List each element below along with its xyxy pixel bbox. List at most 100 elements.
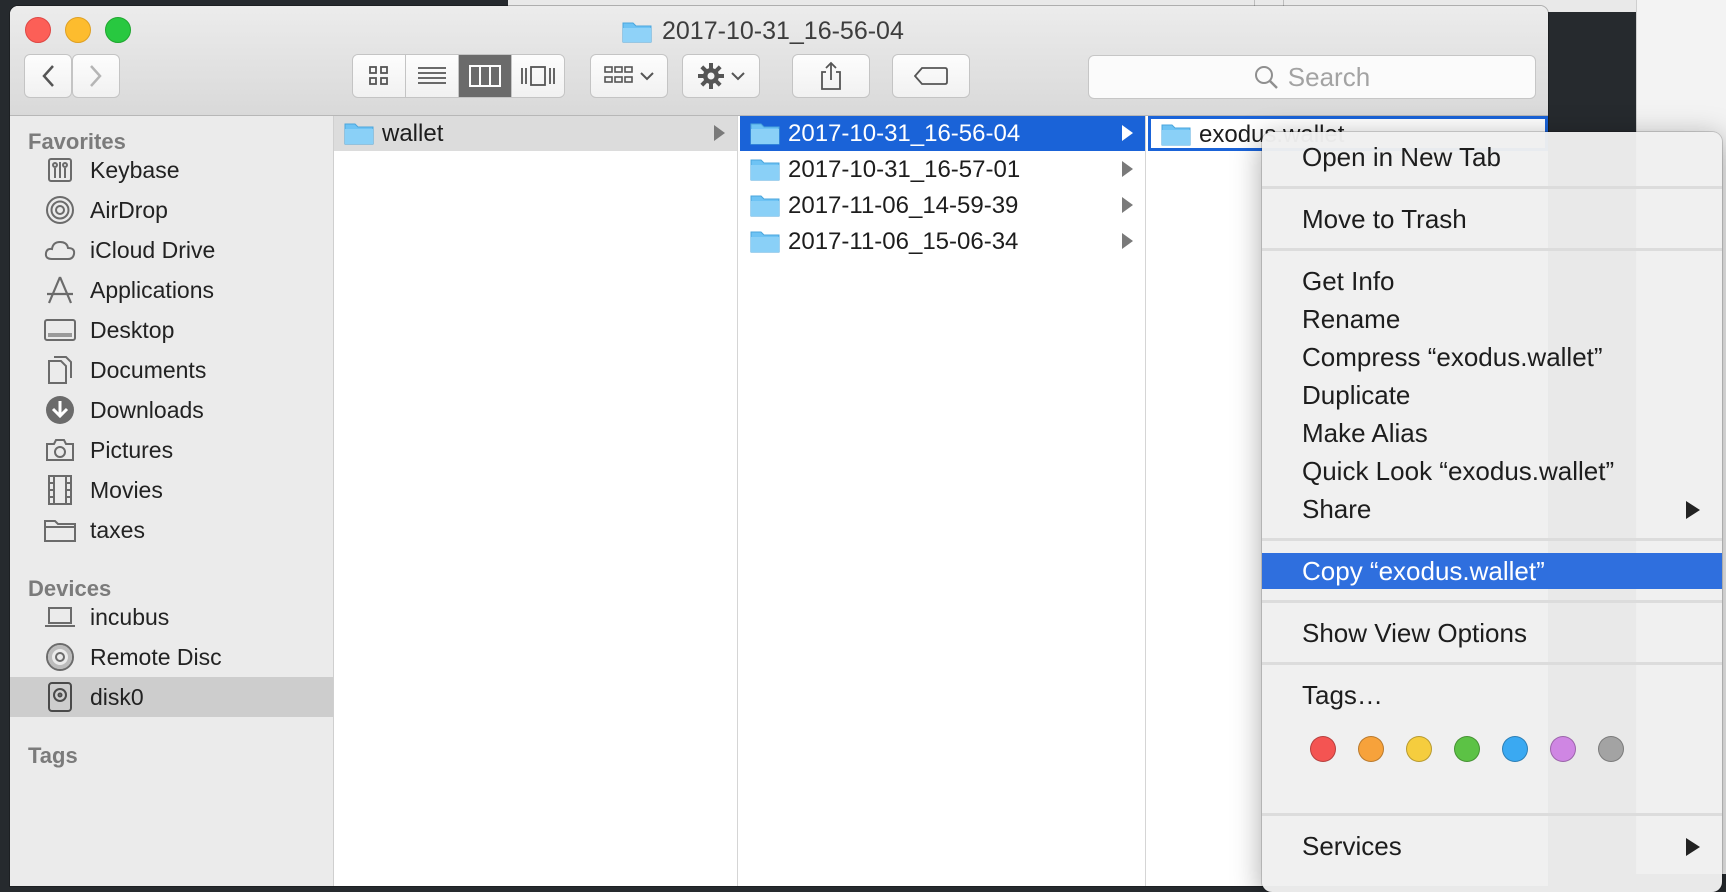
menu-separator: [1262, 248, 1722, 251]
list-item[interactable]: 2017-11-06_14-59-39: [740, 188, 1145, 223]
tag-color-green[interactable]: [1454, 736, 1480, 762]
disclosure-arrow-icon: [1122, 161, 1133, 177]
tag-color-yellow[interactable]: [1406, 736, 1432, 762]
list-view-button[interactable]: [406, 55, 459, 97]
submenu-arrow-icon: [1686, 501, 1700, 519]
sidebar-item-documents[interactable]: Documents: [10, 350, 333, 390]
sidebar-item-remote-disc[interactable]: Remote Disc: [10, 637, 333, 677]
list-item[interactable]: wallet: [334, 116, 737, 151]
list-item[interactable]: 2017-10-31_16-57-01: [740, 152, 1145, 187]
grid-icon: [369, 66, 388, 85]
arrange-grid-icon: [604, 66, 633, 83]
sidebar-item-applications[interactable]: Applications: [10, 270, 333, 310]
icon-view-button[interactable]: [353, 55, 406, 97]
action-button[interactable]: [682, 54, 760, 98]
chevron-down-icon: [731, 72, 745, 81]
submenu-arrow-icon: [1686, 838, 1700, 856]
menu-separator: [1262, 186, 1722, 189]
back-button[interactable]: [24, 54, 72, 98]
sidebar-item-incubus[interactable]: incubus: [10, 597, 333, 637]
context-menu: Open in New Tab Move to Trash Get Info R…: [1262, 132, 1722, 892]
applications-icon: [44, 275, 76, 305]
menu-separator: [1262, 813, 1722, 816]
menu-item-duplicate[interactable]: Duplicate: [1262, 377, 1722, 413]
camera-icon: [44, 435, 76, 465]
menu-separator: [1262, 600, 1722, 603]
menu-item-services[interactable]: Services: [1262, 828, 1722, 864]
menu-item-tags[interactable]: Tags…: [1262, 677, 1722, 713]
tag-color-red[interactable]: [1310, 736, 1336, 762]
sidebar-item-taxes[interactable]: taxes: [10, 510, 333, 550]
arrange-button[interactable]: [590, 54, 668, 98]
tag-icon: [914, 67, 948, 85]
window-title: 2017-10-31_16-56-04: [622, 14, 904, 48]
tags-button[interactable]: [892, 54, 970, 98]
list-item[interactable]: 2017-10-31_16-56-04: [740, 116, 1145, 151]
cover-flow-icon: [521, 66, 555, 86]
disclosure-arrow-icon: [1122, 233, 1133, 249]
disclosure-arrow-icon: [1122, 125, 1133, 141]
sidebar-item-desktop[interactable]: Desktop: [10, 310, 333, 350]
zoom-button[interactable]: [105, 17, 131, 43]
list-item[interactable]: 2017-11-06_15-06-34: [740, 224, 1145, 259]
forward-button[interactable]: [72, 54, 120, 98]
airdrop-icon: [44, 195, 76, 225]
menu-separator: [1262, 662, 1722, 665]
sidebar-item-downloads[interactable]: Downloads: [10, 390, 333, 430]
search-placeholder: Search: [1287, 61, 1371, 92]
folder-icon: [750, 157, 780, 188]
menu-item-quick-look[interactable]: Quick Look “exodus.wallet”: [1262, 453, 1722, 489]
folder-icon: [750, 193, 780, 224]
tags-heading: Tags: [28, 743, 78, 768]
folder-icon: [750, 121, 780, 152]
column-1: wallet: [334, 116, 738, 886]
disclosure-arrow-icon: [1122, 197, 1133, 213]
menu-item-move-to-trash[interactable]: Move to Trash: [1262, 201, 1722, 237]
documents-icon: [44, 355, 76, 385]
menu-item-copy[interactable]: Copy “exodus.wallet”: [1262, 553, 1722, 589]
list-icon: [418, 67, 446, 84]
hard-drive-icon: [44, 682, 76, 712]
menu-item-compress[interactable]: Compress “exodus.wallet”: [1262, 339, 1722, 375]
desktop-icon: [44, 315, 76, 345]
menu-separator: [1262, 538, 1722, 541]
sidebar: Favorites Keybase AirDrop iCloud Drive A…: [10, 116, 334, 886]
column-view-button[interactable]: [459, 55, 512, 97]
search-field[interactable]: Search: [1088, 55, 1536, 99]
tag-color-blue[interactable]: [1502, 736, 1528, 762]
menu-item-show-view-options[interactable]: Show View Options: [1262, 615, 1722, 651]
film-icon: [44, 475, 76, 505]
menu-item-make-alias[interactable]: Make Alias: [1262, 415, 1722, 451]
menu-item-get-info[interactable]: Get Info: [1262, 263, 1722, 299]
sidebar-item-airdrop[interactable]: AirDrop: [10, 190, 333, 230]
gear-icon: [698, 63, 724, 89]
menu-item-rename[interactable]: Rename: [1262, 301, 1722, 337]
sidebar-item-icloud-drive[interactable]: iCloud Drive: [10, 230, 333, 270]
folder-icon: [1161, 122, 1191, 153]
cover-flow-button[interactable]: [512, 55, 564, 97]
tag-color-orange[interactable]: [1358, 736, 1384, 762]
chevron-left-icon: [42, 65, 54, 87]
minimize-button[interactable]: [65, 17, 91, 43]
folder-icon: [44, 515, 76, 545]
share-button[interactable]: [792, 54, 870, 98]
menu-item-open-new-tab[interactable]: Open in New Tab: [1262, 139, 1722, 175]
sidebar-item-disk0[interactable]: disk0: [10, 677, 333, 717]
folder-icon: [750, 229, 780, 260]
disclosure-arrow-icon: [714, 125, 725, 141]
sidebar-item-movies[interactable]: Movies: [10, 470, 333, 510]
tag-color-gray[interactable]: [1598, 736, 1624, 762]
chevron-right-icon: [90, 65, 102, 87]
column-2: 2017-10-31_16-56-04 2017-10-31_16-57-01 …: [740, 116, 1146, 886]
disc-icon: [44, 642, 76, 672]
close-button[interactable]: [25, 17, 51, 43]
laptop-icon: [44, 602, 76, 632]
tag-color-purple[interactable]: [1550, 736, 1576, 762]
sidebar-item-pictures[interactable]: Pictures: [10, 430, 333, 470]
sidebar-item-keybase[interactable]: Keybase: [10, 150, 333, 190]
share-icon: [821, 61, 841, 90]
cloud-icon: [44, 235, 76, 265]
menu-item-share[interactable]: Share: [1262, 491, 1722, 527]
keybase-icon: [44, 155, 76, 185]
chevron-down-icon: [640, 72, 654, 81]
